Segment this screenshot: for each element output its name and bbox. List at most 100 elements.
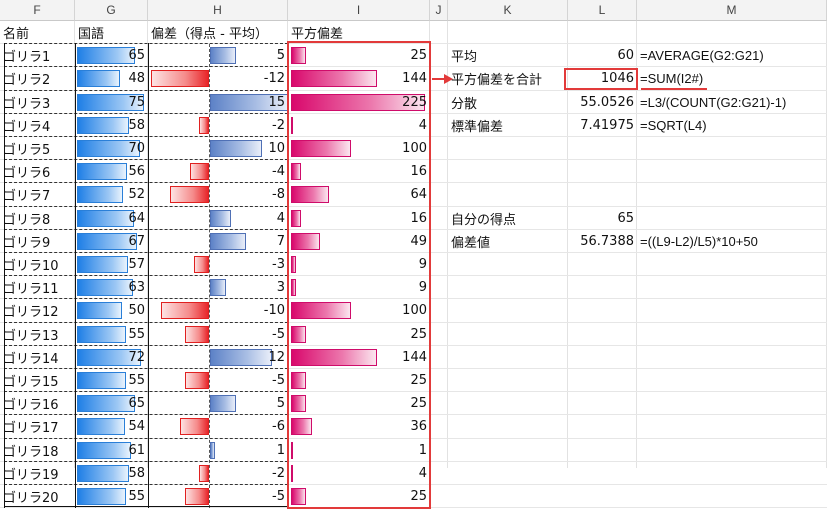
name-cell: ゴリラ19 (3, 467, 59, 483)
score-cell: 63 (128, 280, 145, 296)
stat-label: 平方偏差を合計 (451, 73, 543, 89)
deviation-cell: -2 (272, 117, 285, 133)
table-row-divider (4, 136, 288, 137)
name-cell: ゴリラ9 (3, 235, 51, 251)
score-cell: 64 (128, 210, 145, 226)
table-row-divider (4, 89, 288, 91)
deviation-cell: 12 (268, 349, 285, 365)
table-row-divider (4, 368, 288, 369)
table-row-divider (4, 298, 288, 300)
deviation-cell: -4 (272, 164, 285, 180)
stat-value: 55.0526 (580, 94, 634, 110)
score-cell: 65 (128, 396, 145, 412)
name-cell: ゴリラ1 (3, 50, 51, 66)
deviation-cell: 3 (276, 280, 285, 296)
table-row-divider (4, 460, 288, 462)
column-header-l[interactable]: L (568, 0, 637, 21)
table-row-divider (4, 344, 288, 346)
name-cell: ゴリラ16 (3, 398, 59, 414)
score-cell: 54 (128, 419, 145, 435)
name-cell: ゴリラ12 (3, 305, 59, 321)
red-arrow-icon (432, 74, 453, 85)
table-row-divider (4, 159, 288, 161)
stat-formula: =L3/(COUNT(G2:G21)-1) (640, 94, 787, 110)
column-header-j[interactable]: J (430, 0, 448, 21)
name-cell: ゴリラ7 (3, 189, 51, 205)
score-cell: 75 (128, 94, 145, 110)
table-border-vertical (148, 43, 149, 509)
table-row-divider (4, 275, 288, 277)
deviation-cell: 1 (276, 442, 285, 458)
stat-label: 標準偏差 (451, 119, 504, 135)
table-row-divider (4, 414, 288, 416)
name-cell: ゴリラ18 (3, 444, 59, 460)
table-row-divider (4, 43, 288, 45)
formula-underline (641, 88, 707, 91)
header-name: 名前 (3, 27, 30, 42)
score-cell: 56 (128, 164, 145, 180)
score-cell: 61 (128, 442, 145, 458)
stat-value: 60 (617, 48, 634, 64)
score-cell: 55 (128, 489, 145, 504)
table-border-vertical (4, 43, 5, 509)
deviation-cell: -10 (263, 303, 285, 319)
score-cell: 72 (128, 349, 145, 365)
table-row-divider (4, 228, 288, 230)
column-header-f[interactable]: F (0, 0, 75, 21)
name-cell: ゴリラ17 (3, 421, 59, 437)
deviation-cell: 10 (268, 141, 285, 156)
column-header-m[interactable]: M (637, 0, 827, 21)
table-row-divider (4, 437, 288, 439)
name-cell: ゴリラ8 (3, 212, 51, 228)
score-cell: 52 (128, 187, 145, 203)
stat-formula: =SQRT(L4) (640, 117, 707, 133)
deviation-cell: -8 (272, 187, 285, 203)
score-value: 65 (617, 210, 634, 226)
score-cell: 65 (128, 48, 145, 64)
name-cell: ゴリラ4 (3, 119, 51, 135)
hensachi-value: 56.7388 (580, 233, 634, 249)
column-header-h[interactable]: H (148, 0, 288, 21)
stat-formula: =AVERAGE(G2:G21) (640, 48, 764, 64)
score-cell: 58 (128, 117, 145, 133)
name-cell: ゴリラ6 (3, 166, 51, 182)
deviation-cell: 5 (276, 396, 285, 412)
stat-value: 7.41975 (580, 117, 634, 133)
table-border-bottom (4, 506, 288, 508)
spreadsheet: FGHIJKLM 名前 国語 偏差（得点 - 平均） 平方偏差 ゴリラ1 65 5 25 ゴリラ… (0, 0, 827, 509)
column-header-k[interactable]: K (448, 0, 568, 21)
name-cell: ゴリラ2 (3, 73, 51, 89)
name-cell: ゴリラ11 (3, 282, 59, 298)
name-cell: ゴリラ5 (3, 143, 51, 158)
deviation-cell: 5 (276, 48, 285, 64)
deviation-cell: 4 (276, 210, 285, 226)
deviation-cell: -6 (272, 419, 285, 435)
score-cell: 48 (128, 71, 145, 87)
table-row-divider (4, 391, 288, 393)
table-row-divider (4, 182, 288, 184)
score-cell: 70 (128, 141, 145, 156)
hensachi-label: 偏差値 (451, 235, 491, 251)
table-border-vertical (75, 43, 76, 509)
name-cell: ゴリラ14 (3, 351, 59, 367)
table-row-divider (4, 205, 288, 207)
score-cell: 58 (128, 465, 145, 481)
column-header-g[interactable]: G (75, 0, 148, 21)
score-cell: 50 (128, 303, 145, 319)
name-cell: ゴリラ3 (3, 96, 51, 112)
score-cell: 67 (128, 233, 145, 249)
deviation-cell: 15 (268, 94, 285, 110)
deviation-cell: -5 (272, 373, 285, 388)
stat-label: 平均 (451, 50, 478, 66)
deviation-cell: -2 (272, 465, 285, 481)
table-row-divider (4, 252, 288, 253)
name-cell: ゴリラ13 (3, 328, 59, 344)
name-cell: ゴリラ20 (3, 491, 59, 506)
name-cell: ゴリラ15 (3, 375, 59, 390)
header-kokugo: 国語 (78, 27, 105, 42)
deviation-cell: -5 (272, 326, 285, 342)
header-hensa: 偏差（得点 - 平均） (151, 27, 268, 42)
name-cell: ゴリラ10 (3, 259, 59, 274)
stat-label: 分散 (451, 96, 478, 112)
column-header-i[interactable]: I (288, 0, 430, 21)
